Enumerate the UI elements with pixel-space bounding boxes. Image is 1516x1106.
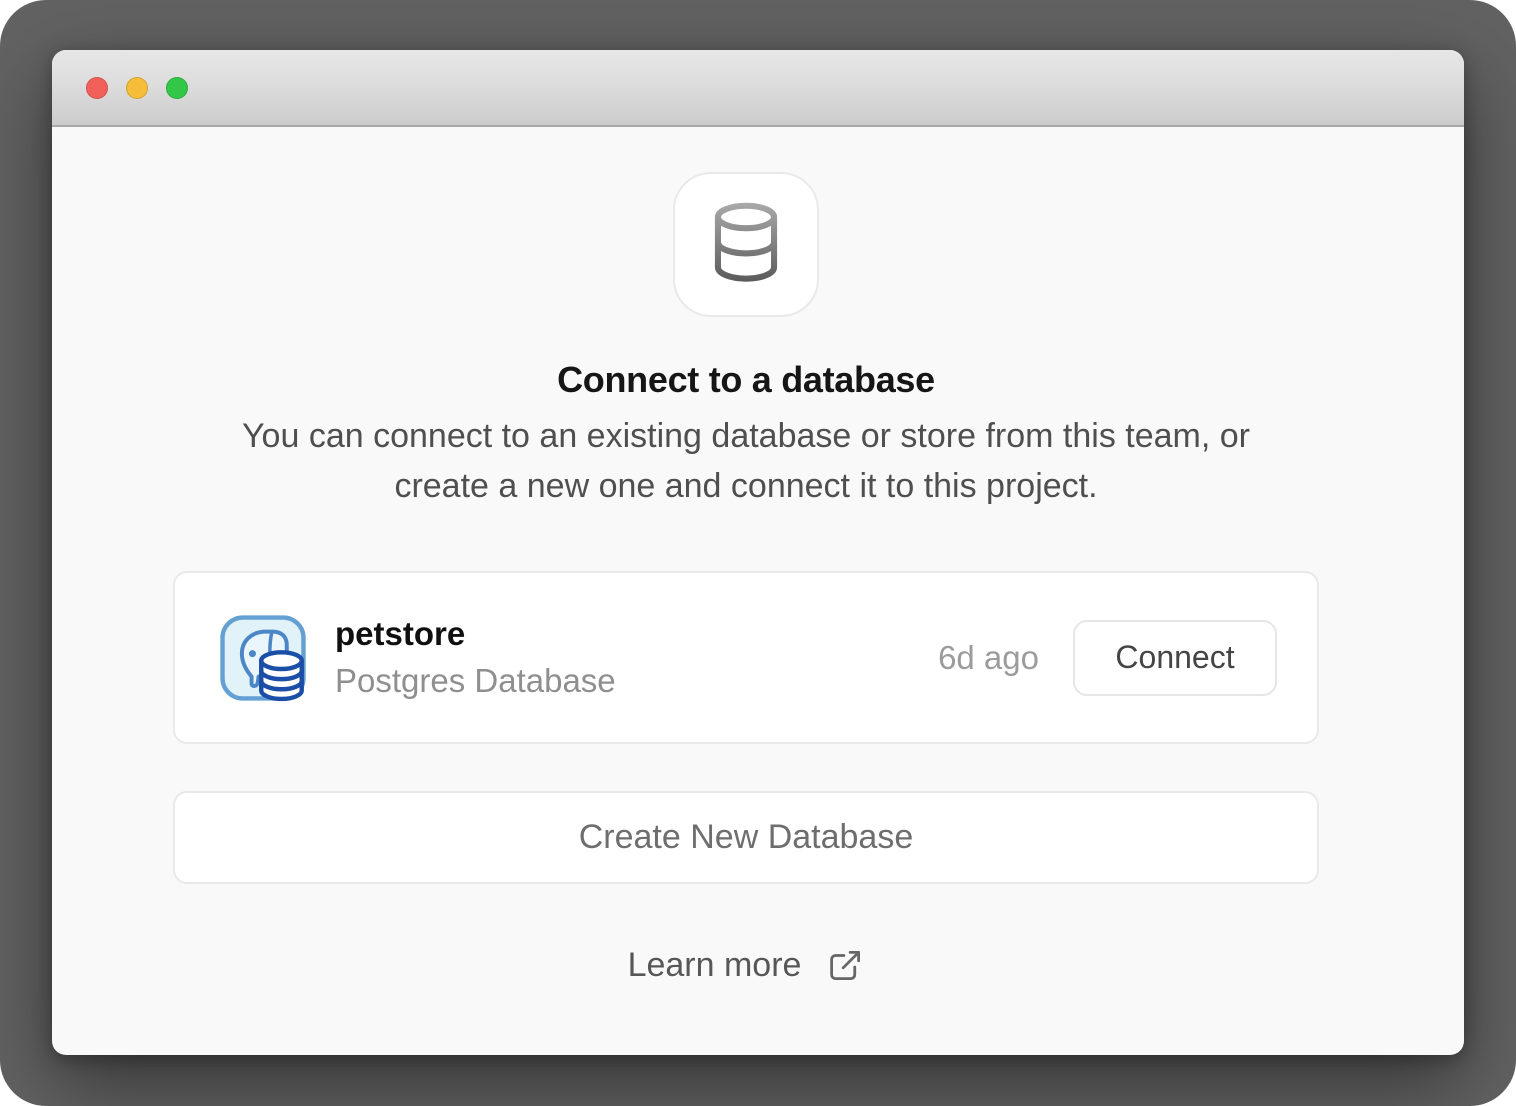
window-minimize-button[interactable]: [126, 77, 148, 99]
external-link-icon: [827, 947, 864, 984]
database-last-used: 6d ago: [938, 639, 1039, 677]
create-new-database-button[interactable]: Create New Database: [173, 791, 1319, 884]
connect-database-dialog-window: Connect to a database You can connect to…: [52, 50, 1464, 1055]
desktop-background: Connect to a database You can connect to…: [0, 0, 1516, 1106]
postgres-elephant-icon: [219, 614, 307, 702]
learn-more-label: Learn more: [628, 946, 802, 985]
learn-more-link[interactable]: Learn more: [628, 946, 865, 985]
database-icon-tile: [673, 172, 819, 317]
database-icon: [699, 202, 793, 288]
dialog-description: You can connect to an existing database …: [224, 411, 1269, 511]
window-zoom-button[interactable]: [166, 77, 188, 99]
window-controls: [86, 77, 188, 99]
dialog-title: Connect to a database: [173, 359, 1319, 401]
window-close-button[interactable]: [86, 77, 108, 99]
dialog-content: Connect to a database You can connect to…: [52, 127, 1464, 1053]
database-type: Postgres Database: [335, 661, 616, 701]
database-meta: petstore Postgres Database: [335, 614, 616, 701]
database-list-item: petstore Postgres Database 6d ago Connec…: [173, 571, 1319, 744]
window-titlebar[interactable]: [52, 50, 1464, 127]
database-name: petstore: [335, 614, 616, 654]
connect-button[interactable]: Connect: [1073, 620, 1277, 696]
